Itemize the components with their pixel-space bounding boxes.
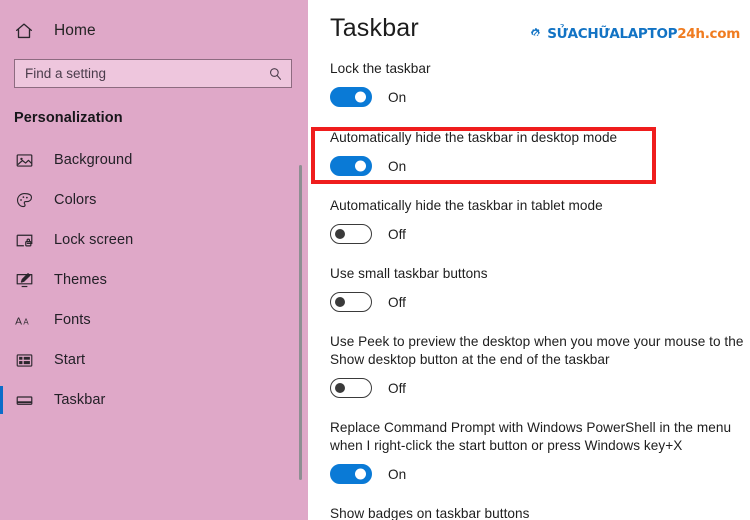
toggle-state-label: On	[388, 158, 407, 174]
gear-icon	[528, 27, 543, 42]
taskbar-icon	[14, 390, 34, 410]
image-icon	[14, 150, 34, 170]
home-icon	[14, 21, 34, 41]
replace-command-prompt-toggle[interactable]	[330, 464, 372, 484]
sidebar-item-label: Themes	[54, 272, 107, 288]
toggle-row: Off	[330, 378, 748, 398]
sidebar-scrollbar[interactable]	[299, 165, 302, 480]
lock-the-taskbar-toggle[interactable]	[330, 87, 372, 107]
autohide-desktop-mode-toggle[interactable]	[330, 156, 372, 176]
setting-label: Use small taskbar buttons	[330, 266, 488, 281]
sidebar-item-start[interactable]: Start	[0, 340, 308, 380]
sidebar-item-lock-screen[interactable]: Lock screen	[0, 220, 308, 260]
toggle-knob	[355, 160, 366, 172]
use-peek-toggle[interactable]	[330, 378, 372, 398]
autohide-tablet-mode-toggle[interactable]	[330, 224, 372, 244]
lock-screen-icon	[14, 230, 34, 250]
svg-text:A: A	[15, 316, 22, 327]
setting-label: Automatically hide the taskbar in deskto…	[330, 130, 618, 145]
toggle-knob	[355, 91, 366, 103]
setting-label: Use Peek to preview the desktop when you…	[330, 334, 744, 367]
setting-show-badges: Show badges on taskbar buttons	[308, 505, 748, 520]
selection-indicator	[0, 386, 3, 414]
setting-lock-the-taskbar: Lock the taskbar On	[308, 60, 748, 107]
toggle-knob	[335, 383, 345, 393]
toggle-state-label: Off	[388, 294, 406, 310]
settings-window: Home Personalization	[0, 0, 750, 520]
setting-label: Show badges on taskbar buttons	[330, 506, 530, 520]
setting-autohide-tablet-mode: Automatically hide the taskbar in tablet…	[308, 197, 748, 244]
toggle-state-label: Off	[388, 380, 406, 396]
toggle-state-label: Off	[388, 226, 406, 242]
sidebar-item-label: Background	[54, 152, 133, 168]
sidebar-item-label: Taskbar	[54, 392, 106, 408]
settings-list: Lock the taskbar On Automatically hide t…	[308, 60, 748, 520]
watermark-text-blue: SỬACHỮALAPTOP	[547, 26, 678, 42]
sidebar-item-home[interactable]: Home	[14, 16, 308, 46]
setting-label: Automatically hide the taskbar in tablet…	[330, 198, 603, 213]
toggle-row: Off	[330, 292, 748, 312]
sidebar-item-background[interactable]: Background	[0, 140, 308, 180]
fonts-icon: A A	[14, 310, 34, 330]
sidebar-item-label: Lock screen	[54, 232, 134, 248]
sidebar-item-fonts[interactable]: A A Fonts	[0, 300, 308, 340]
sidebar-item-label: Fonts	[54, 312, 91, 328]
setting-use-peek: Use Peek to preview the desktop when you…	[308, 333, 748, 398]
toggle-knob	[335, 297, 345, 307]
toggle-knob	[355, 468, 366, 480]
toggle-row: Off	[330, 224, 748, 244]
search-box[interactable]	[14, 59, 292, 88]
setting-autohide-desktop-mode: Automatically hide the taskbar in deskto…	[308, 129, 748, 176]
setting-replace-command-prompt: Replace Command Prompt with Windows Powe…	[308, 419, 748, 484]
sidebar-item-label: Start	[54, 352, 86, 368]
setting-label: Lock the taskbar	[330, 61, 431, 76]
main-content: Taskbar SỬACHỮALAPTOP24h.com Lock the ta…	[308, 0, 750, 520]
watermark-logo: SỬACHỮALAPTOP24h.com	[528, 25, 740, 43]
setting-label: Replace Command Prompt with Windows Powe…	[330, 420, 732, 453]
sidebar-nav-list: Background Colors Lock screen Themes A A…	[0, 140, 308, 420]
sidebar-item-themes[interactable]: Themes	[0, 260, 308, 300]
use-small-taskbar-buttons-toggle[interactable]	[330, 292, 372, 312]
sidebar: Home Personalization	[0, 0, 308, 520]
sidebar-item-label: Colors	[54, 192, 97, 208]
page-title: Taskbar	[330, 14, 419, 42]
setting-use-small-taskbar-buttons: Use small taskbar buttons Off	[308, 265, 748, 312]
toggle-row: On	[330, 156, 748, 176]
brush-icon	[14, 270, 34, 290]
sidebar-item-colors[interactable]: Colors	[0, 180, 308, 220]
toggle-state-label: On	[388, 89, 407, 105]
toggle-row: On	[330, 464, 748, 484]
palette-icon	[14, 190, 34, 210]
start-tiles-icon	[14, 350, 34, 370]
sidebar-item-taskbar[interactable]: Taskbar	[0, 380, 308, 420]
toggle-row: On	[330, 87, 748, 107]
sidebar-section-title: Personalization	[14, 110, 123, 126]
toggle-state-label: On	[388, 466, 407, 482]
svg-text:A: A	[23, 317, 29, 326]
watermark-text-orange: 24h.com	[677, 26, 740, 42]
search-input[interactable]	[15, 60, 291, 87]
watermark-text: SỬACHỮALAPTOP24h.com	[547, 26, 740, 42]
search-icon[interactable]	[268, 66, 283, 81]
toggle-knob	[335, 229, 345, 239]
home-label: Home	[54, 22, 96, 39]
